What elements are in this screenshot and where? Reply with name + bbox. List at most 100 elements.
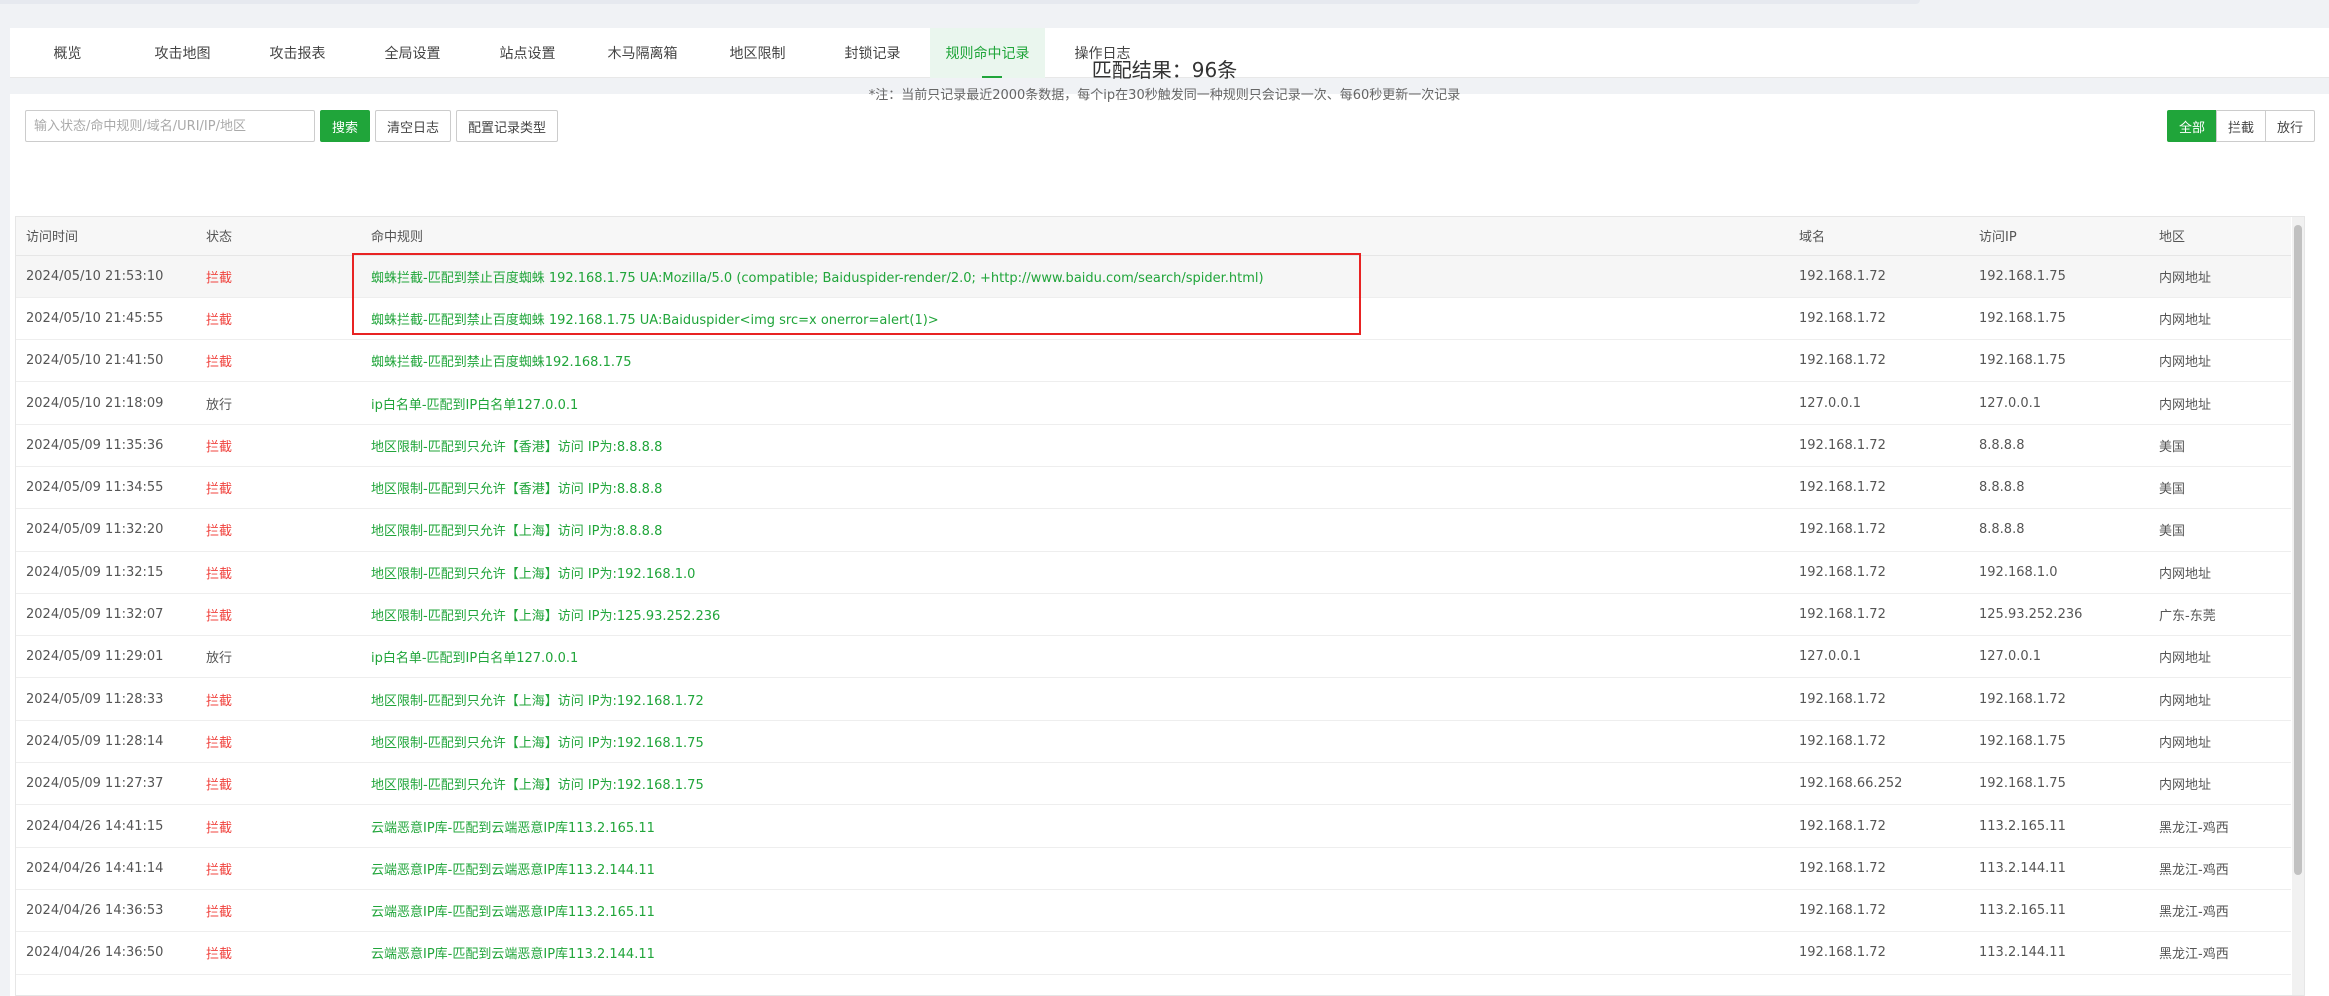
search-button[interactable]: 搜索 xyxy=(320,110,371,142)
cell-ip: 113.2.144.11 xyxy=(1969,931,2149,975)
result-count-title: 匹配结果：96条 xyxy=(1091,58,1238,82)
table-row[interactable]: 2024/05/09 11:29:01 放行 ip白名单-匹配到IP白名单127.0… xyxy=(16,635,2291,679)
cell-domain: 127.0.0.1 xyxy=(1789,381,1969,425)
cell-region: 黑龙江-鸡西 xyxy=(2149,931,2291,975)
cell-ip: 192.168.1.75 xyxy=(1969,720,2149,764)
cell-domain: 127.0.0.1 xyxy=(1789,635,1969,679)
cell-domain: 192.168.1.72 xyxy=(1789,847,1969,890)
cell-status: 拦截 xyxy=(196,804,361,848)
cell-ip: 192.168.1.75 xyxy=(1969,297,2149,341)
table-row[interactable]: 2024/05/09 11:27:37 拦截 地区限制-匹配到只允许【上海】访问 I… xyxy=(16,762,2291,806)
cell-status: 拦截 xyxy=(196,889,361,933)
cell-status: 拦截 xyxy=(196,593,361,637)
cell-rule: ip白名单-匹配到IP白名单127.0.0.1 xyxy=(361,635,1789,679)
cell-domain: 192.168.1.72 xyxy=(1789,931,1969,975)
cell-region: 黑龙江-鸡西 xyxy=(2149,847,2291,890)
cell-time: 2024/05/09 11:32:20 xyxy=(16,508,196,552)
table-row[interactable]: 2024/05/09 11:28:14 拦截 地区限制-匹配到只允许【上海】访问 I… xyxy=(16,720,2291,764)
cell-time: 2024/05/09 11:27:37 xyxy=(16,762,196,806)
cell-rule: 地区限制-匹配到只允许【香港】访问 IP为:8.8.8.8 xyxy=(361,466,1789,510)
cell-status: 拦截 xyxy=(196,677,361,721)
column-header-domain[interactable]: 域名 xyxy=(1789,217,1969,256)
cell-region: 内网地址 xyxy=(2149,720,2291,764)
cell-time: 2024/05/09 11:29:01 xyxy=(16,635,196,679)
cell-domain: 192.168.1.72 xyxy=(1789,889,1969,933)
cell-ip: 127.0.0.1 xyxy=(1969,381,2149,425)
filter-block-button[interactable]: 拦截 xyxy=(2215,110,2266,142)
cell-region: 内网地址 xyxy=(2149,297,2291,341)
table-row[interactable]: 2024/05/09 11:35:36 拦截 地区限制-匹配到只允许【香港】访问 I… xyxy=(16,424,2291,467)
cell-time: 2024/05/09 11:28:33 xyxy=(16,677,196,721)
search-input[interactable] xyxy=(25,110,315,142)
cell-status: 拦截 xyxy=(196,551,361,594)
table-row[interactable]: 2024/05/10 21:41:50 拦截 蜘蛛拦截-匹配到禁止百度蜘蛛192.1… xyxy=(16,339,2291,383)
cell-ip: 192.168.1.75 xyxy=(1969,762,2149,806)
table-scrollbar[interactable] xyxy=(2292,217,2304,995)
cell-rule: 地区限制-匹配到只允许【上海】访问 IP为:125.93.252.236 xyxy=(361,593,1789,637)
column-header-rule[interactable]: 命中规则 xyxy=(361,217,1789,256)
column-header-region[interactable]: 地区 xyxy=(2149,217,2291,256)
table-row[interactable]: 2024/05/09 11:34:55 拦截 地区限制-匹配到只允许【香港】访问 I… xyxy=(16,466,2291,510)
cell-region: 内网地址 xyxy=(2149,255,2291,298)
cell-rule: 云端恶意IP库-匹配到云端恶意IP库113.2.165.11 xyxy=(361,889,1789,933)
cell-domain: 192.168.1.72 xyxy=(1789,720,1969,764)
cell-region: 内网地址 xyxy=(2149,635,2291,679)
cell-rule: 地区限制-匹配到只允许【上海】访问 IP为:192.168.1.75 xyxy=(361,720,1789,764)
cell-rule: ip白名单-匹配到IP白名单127.0.0.1 xyxy=(361,381,1789,425)
table-row[interactable]: 2024/05/09 11:32:20 拦截 地区限制-匹配到只允许【上海】访问 I… xyxy=(16,508,2291,552)
cell-ip: 192.168.1.75 xyxy=(1969,339,2149,383)
table-row[interactable]: 2024/04/26 14:41:14 拦截 云端恶意IP库-匹配到云端恶意IP库1… xyxy=(16,847,2291,890)
cell-domain: 192.168.1.72 xyxy=(1789,593,1969,637)
cell-rule: 地区限制-匹配到只允许【上海】访问 IP为:192.168.1.72 xyxy=(361,677,1789,721)
column-header-time[interactable]: 访问时间 xyxy=(16,217,196,256)
cell-domain: 192.168.1.72 xyxy=(1789,466,1969,510)
column-header-status[interactable]: 状态 xyxy=(196,217,361,256)
cell-domain: 192.168.66.252 xyxy=(1789,762,1969,806)
cell-rule: 地区限制-匹配到只允许【上海】访问 IP为:8.8.8.8 xyxy=(361,508,1789,552)
cell-time: 2024/04/26 14:41:14 xyxy=(16,847,196,890)
cell-region: 内网地址 xyxy=(2149,677,2291,721)
table-row[interactable]: 2024/04/26 14:41:15 拦截 云端恶意IP库-匹配到云端恶意IP库1… xyxy=(16,804,2291,848)
cell-region: 内网地址 xyxy=(2149,551,2291,594)
table-row[interactable]: 2024/05/10 21:53:10 拦截 蜘蛛拦截-匹配到禁止百度蜘蛛 192.… xyxy=(16,255,2291,298)
table-scroll-thumb[interactable] xyxy=(2294,225,2302,875)
cell-ip: 113.2.144.11 xyxy=(1969,847,2149,890)
filter-all-button[interactable]: 全部 xyxy=(2166,110,2217,142)
rule-hit-table: 访问时间 状态 命中规则 域名 访问IP 地区 2024/05/10 21:53… xyxy=(15,216,2305,996)
cell-region: 内网地址 xyxy=(2149,339,2291,383)
table-row[interactable]: 2024/04/26 14:36:50 拦截 云端恶意IP库-匹配到云端恶意IP库1… xyxy=(16,931,2291,975)
cell-status: 拦截 xyxy=(196,424,361,467)
table-row[interactable]: 2024/04/26 14:36:53 拦截 云端恶意IP库-匹配到云端恶意IP库1… xyxy=(16,889,2291,933)
cell-time: 2024/05/09 11:28:14 xyxy=(16,720,196,764)
table-row[interactable]: 2024/05/10 21:45:55 拦截 蜘蛛拦截-匹配到禁止百度蜘蛛 192.… xyxy=(16,297,2291,341)
cell-ip: 8.8.8.8 xyxy=(1969,466,2149,510)
cell-time: 2024/05/10 21:18:09 xyxy=(16,381,196,425)
cell-status: 拦截 xyxy=(196,466,361,510)
cell-status: 放行 xyxy=(196,635,361,679)
cell-status: 拦截 xyxy=(196,847,361,890)
cell-status: 拦截 xyxy=(196,508,361,552)
cell-status: 拦截 xyxy=(196,720,361,764)
table-row[interactable]: 2024/05/09 11:32:07 拦截 地区限制-匹配到只允许【上海】访问 I… xyxy=(16,593,2291,637)
table-row[interactable]: 2024/05/09 11:32:15 拦截 地区限制-匹配到只允许【上海】访问 I… xyxy=(16,551,2291,594)
config-record-type-button[interactable]: 配置记录类型 xyxy=(456,110,559,142)
cell-domain: 192.168.1.72 xyxy=(1789,297,1969,341)
cell-rule: 地区限制-匹配到只允许【上海】访问 IP为:192.168.1.0 xyxy=(361,551,1789,594)
filter-pass-button[interactable]: 放行 xyxy=(2264,110,2315,142)
cell-status: 拦截 xyxy=(196,297,361,341)
top-strip xyxy=(0,0,1920,4)
table-row[interactable]: 2024/05/10 21:18:09 放行 ip白名单-匹配到IP白名单127.0… xyxy=(16,381,2291,425)
cell-region: 黑龙江-鸡西 xyxy=(2149,804,2291,848)
clear-log-button[interactable]: 清空日志 xyxy=(375,110,452,142)
cell-domain: 192.168.1.72 xyxy=(1789,551,1969,594)
cell-region: 内网地址 xyxy=(2149,762,2291,806)
cell-time: 2024/05/10 21:53:10 xyxy=(16,255,196,298)
cell-ip: 8.8.8.8 xyxy=(1969,424,2149,467)
table-row[interactable]: 2024/05/09 11:28:33 拦截 地区限制-匹配到只允许【上海】访问 I… xyxy=(16,677,2291,721)
cell-rule: 地区限制-匹配到只允许【香港】访问 IP为:8.8.8.8 xyxy=(361,424,1789,467)
column-header-ip[interactable]: 访问IP xyxy=(1969,217,2149,256)
cell-region: 黑龙江-鸡西 xyxy=(2149,889,2291,933)
cell-time: 2024/04/26 14:36:50 xyxy=(16,931,196,975)
cell-ip: 192.168.1.72 xyxy=(1969,677,2149,721)
cell-time: 2024/05/09 11:34:55 xyxy=(16,466,196,510)
